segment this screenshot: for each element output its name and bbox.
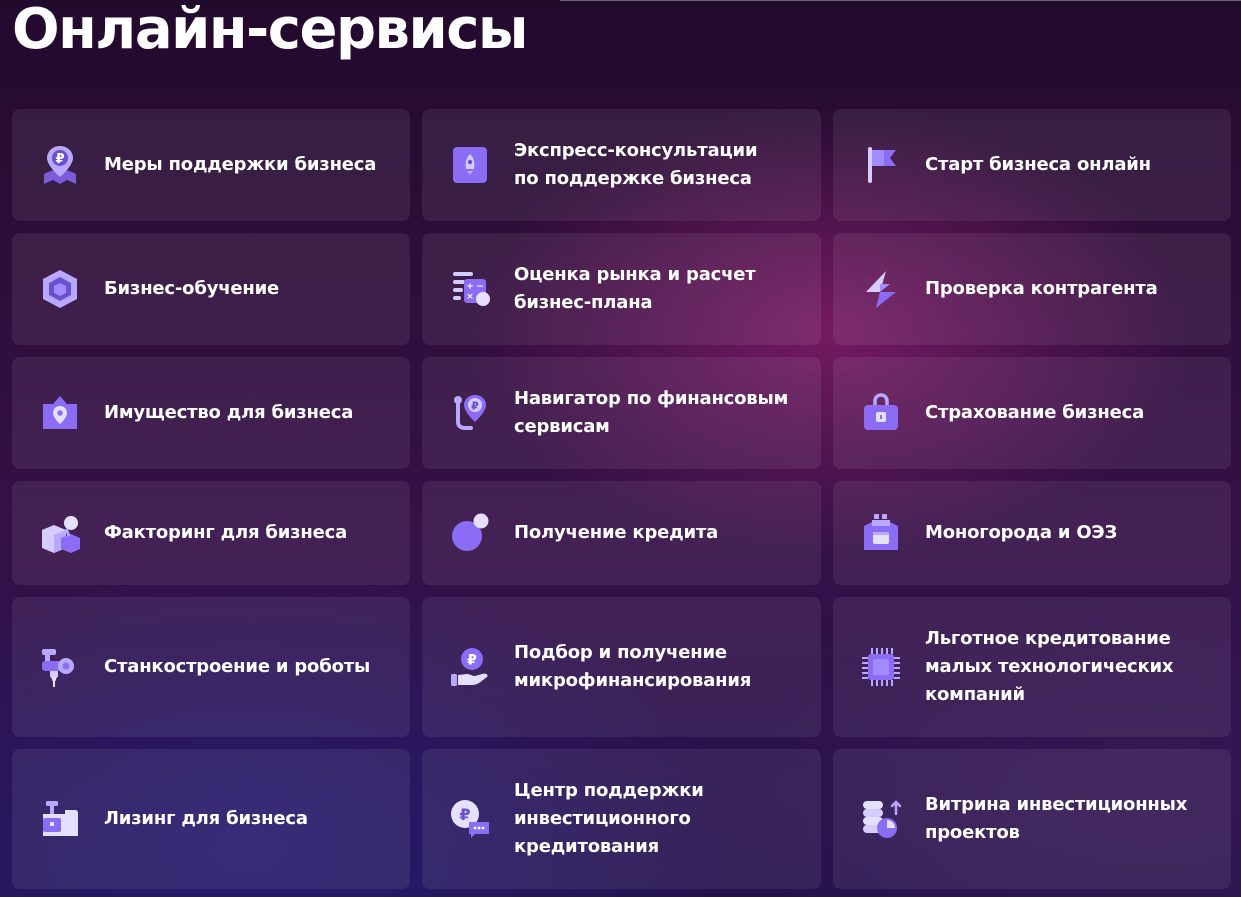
service-label: Получение кредита [514, 522, 719, 543]
machine-icon [39, 798, 81, 840]
svg-text:₽: ₽ [467, 653, 477, 669]
service-card-support-measures[interactable]: ₽ Меры поддержки бизнеса [12, 109, 410, 221]
service-card-get-credit[interactable]: Получение кредита [422, 481, 821, 585]
service-card-financial-navigator[interactable]: ₽ Навигатор по финансовым сервисам [422, 357, 821, 469]
service-card-monotowns[interactable]: Моногорода и ОЭЗ [833, 481, 1231, 585]
service-card-preferential-lending[interactable]: Льготное кредитование малых технологичес… [833, 597, 1231, 737]
service-label: Проверка контрагента [925, 278, 1158, 299]
service-card-express-consultations[interactable]: Экспресс-консультации по поддержке бизне… [422, 109, 821, 221]
service-label: Льготное кредитование малых технологичес… [925, 628, 1174, 705]
svg-text:×: × [466, 292, 474, 302]
service-label: Факторинг для бизнеса [104, 522, 348, 543]
rocket-icon [449, 144, 491, 186]
boxes-icon [39, 512, 81, 554]
service-label: Старт бизнеса онлайн [925, 154, 1151, 175]
chip-icon [860, 646, 902, 688]
service-label: Лизинг для бизнеса [104, 808, 308, 829]
top-divider [560, 0, 1241, 1]
service-card-business-training[interactable]: Бизнес-обучение [12, 233, 410, 345]
hand-ruble-icon: ₽ [449, 646, 491, 688]
service-label: Экспресс-консультации по поддержке бизне… [514, 140, 758, 189]
property-pin-icon [39, 392, 81, 434]
navigator-ruble-icon: ₽ [449, 392, 491, 434]
calculator-icon: + − × [449, 268, 491, 310]
service-label: Подбор и получение микрофинансирования [514, 642, 752, 691]
hexagon-cube-icon [39, 268, 81, 310]
factory-icon [860, 512, 902, 554]
service-label: Моногорода и ОЭЗ [925, 522, 1118, 543]
service-card-market-assessment[interactable]: + − × Оценка рынка и расчет бизнес-плана [422, 233, 821, 345]
service-card-investment-lending-center[interactable]: ₽ Центр поддержки инвестиционного кредит… [422, 749, 821, 889]
service-card-microfinance[interactable]: ₽ Подбор и получение микрофинансирования [422, 597, 821, 737]
services-grid: ₽ Меры поддержки бизнеса Экспресс-консул… [12, 109, 1231, 889]
service-card-business-start[interactable]: Старт бизнеса онлайн [833, 109, 1231, 221]
service-card-investment-projects[interactable]: Витрина инвестиционных проектов [833, 749, 1231, 889]
coins-chart-icon [860, 798, 902, 840]
svg-text:₽: ₽ [459, 805, 470, 824]
svg-text:₽: ₽ [471, 400, 479, 413]
ruble-chat-icon: ₽ [449, 798, 491, 840]
service-label: Станкостроение и роботы [104, 656, 371, 677]
lock-case-icon [860, 392, 902, 434]
service-card-business-property[interactable]: Имущество для бизнеса [12, 357, 410, 469]
service-label: Имущество для бизнеса [104, 402, 354, 423]
circles-icon [449, 512, 491, 554]
service-label: Страхование бизнеса [925, 402, 1145, 423]
service-label: Витрина инвестиционных проектов [925, 794, 1188, 843]
service-card-business-insurance[interactable]: Страхование бизнеса [833, 357, 1231, 469]
service-card-counterparty-check[interactable]: Проверка контрагента [833, 233, 1231, 345]
map-ruble-pin-icon: ₽ [39, 144, 81, 186]
service-label: Навигатор по финансовым сервисам [514, 388, 789, 437]
service-label: Меры поддержки бизнеса [104, 154, 377, 175]
service-label: Оценка рынка и расчет бизнес-плана [514, 264, 756, 313]
service-card-machine-tools[interactable]: Станкостроение и роботы [12, 597, 410, 737]
svg-text:−: − [476, 282, 484, 292]
service-label: Центр поддержки инвестиционного кредитов… [514, 780, 704, 857]
service-card-factoring[interactable]: Факторинг для бизнеса [12, 481, 410, 585]
lightning-icon [860, 268, 902, 310]
svg-text:₽: ₽ [55, 152, 64, 167]
page-title: Онлайн-сервисы [12, 0, 529, 62]
robot-arm-icon [39, 646, 81, 688]
svg-text:+: + [466, 282, 474, 292]
service-label: Бизнес-обучение [104, 278, 280, 299]
service-card-leasing[interactable]: Лизинг для бизнеса [12, 749, 410, 889]
flag-icon [860, 144, 902, 186]
